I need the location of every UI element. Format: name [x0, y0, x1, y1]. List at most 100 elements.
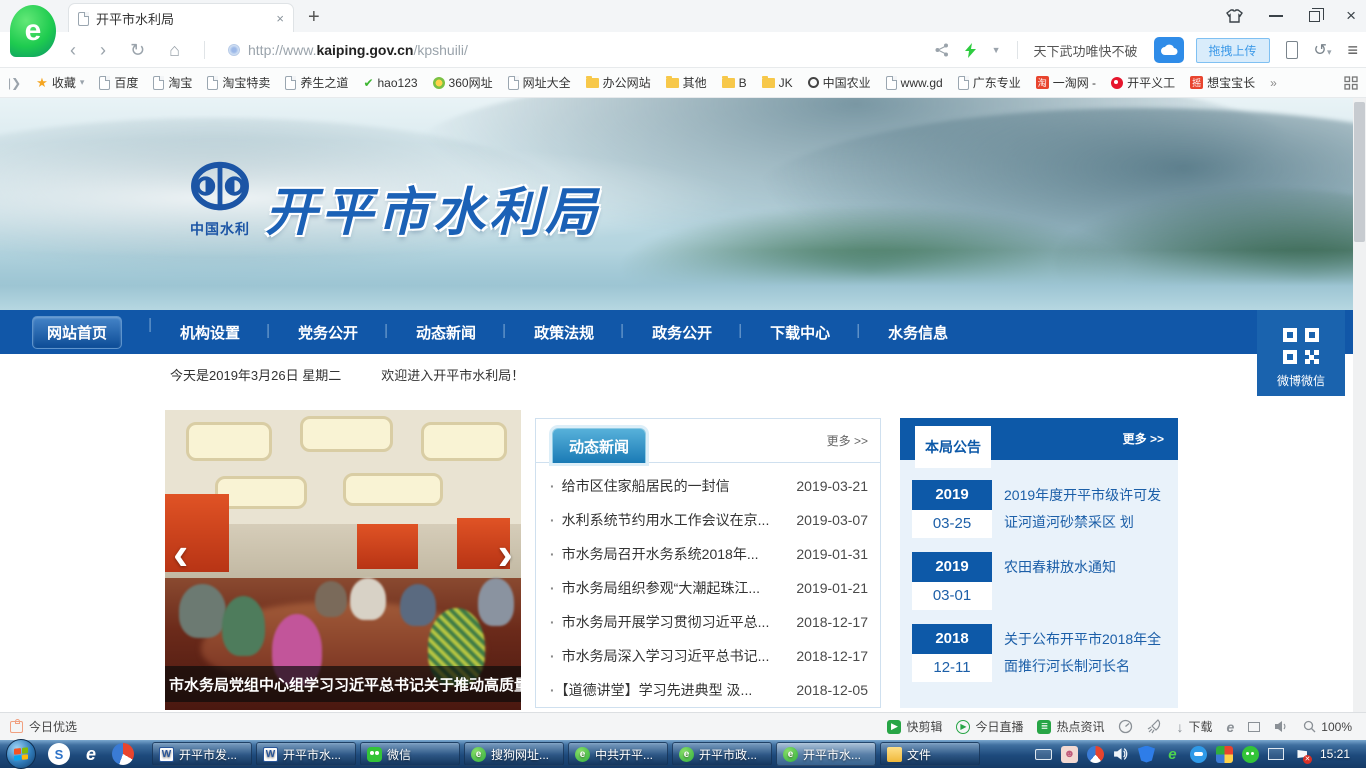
wechat-tray-icon[interactable] — [1242, 746, 1259, 763]
mobile-icon[interactable] — [1286, 41, 1298, 59]
tim-tray-icon[interactable] — [1190, 746, 1207, 763]
news-item[interactable]: 给市区住家船居民的一封信2019-03-21 — [550, 469, 868, 503]
bookmark-item[interactable]: 养生之道 — [285, 74, 348, 91]
close-button[interactable]: × — [1346, 6, 1356, 26]
nav-item-water-info[interactable]: 水务信息 — [874, 322, 992, 343]
news-item[interactable]: 水利系统节约用水工作会议在京...2019-03-07 — [550, 503, 868, 537]
minimize-button[interactable] — [1269, 15, 1283, 17]
zoom-control[interactable]: 100% — [1303, 720, 1352, 734]
start-button[interactable] — [6, 739, 36, 769]
news-tab[interactable]: 动态新闻 — [552, 428, 646, 463]
bookmarks-overflow-icon[interactable]: » — [1270, 76, 1277, 90]
quick-edit-button[interactable]: ▶快剪辑 — [887, 718, 942, 735]
news-more-link[interactable]: 更多 >> — [827, 432, 868, 449]
notice-text[interactable]: 农田春耕放水通知 — [1004, 552, 1116, 610]
news-title[interactable]: 【道德讲堂】学习先进典型 汲... — [550, 680, 788, 700]
taskbar-button[interactable]: e开平市政... — [672, 742, 772, 766]
contact-tray-icon[interactable]: ☻ — [1061, 746, 1078, 763]
ie-mode-icon[interactable]: e — [1227, 719, 1235, 735]
taskbar-button[interactable]: 文件 — [880, 742, 980, 766]
nav-item-downloads[interactable]: 下载中心 — [756, 322, 874, 343]
speed-mode-icon[interactable] — [965, 43, 976, 58]
bookmark-item[interactable]: ✔hao123 — [363, 76, 417, 90]
bookmark-item[interactable]: 网址大全 — [508, 74, 571, 91]
keyboard-tray-icon[interactable] — [1035, 746, 1052, 763]
carousel-caption[interactable]: 市水务局党组中心组学习习近平总书记关于推动高质量... — [165, 666, 521, 702]
internet-explorer-icon[interactable]: e — [80, 743, 102, 765]
page-scrollbar[interactable] — [1353, 98, 1366, 712]
360-software-icon[interactable] — [112, 743, 134, 765]
notice-text[interactable]: 2019年度开平市级许可发证河道河砂禁采区 划 — [1004, 480, 1166, 538]
bookmark-item[interactable]: 开平义工 — [1111, 74, 1175, 91]
new-tab-button[interactable]: + — [308, 6, 320, 29]
notice-more-link[interactable]: 更多 >> — [1123, 430, 1164, 447]
nav-item-gov-affairs[interactable]: 政务公开 — [638, 322, 756, 343]
home-icon[interactable]: ⌂ — [169, 40, 180, 61]
share-icon[interactable] — [935, 43, 949, 57]
news-title[interactable]: 市水务局召开水务系统2018年... — [550, 544, 788, 564]
tab-close-icon[interactable]: × — [276, 11, 284, 26]
sidebar-toggle-icon[interactable]: |❯ — [8, 76, 21, 90]
news-title[interactable]: 水利系统节约用水工作会议在京... — [550, 510, 788, 530]
news-item[interactable]: 市水务局组织参观“大潮起珠江...2019-01-21 — [550, 571, 868, 605]
network-tray-icon[interactable] — [1268, 746, 1285, 763]
action-center-tray-icon[interactable]: ✕ — [1294, 746, 1311, 763]
news-item[interactable]: 【道德讲堂】学习先进典型 汲...2018-12-05 — [550, 673, 868, 707]
bookmark-item[interactable]: 摇想宝宝长 — [1190, 74, 1255, 91]
back-icon[interactable]: ‹ — [70, 40, 76, 61]
qr-code-box[interactable]: 微博微信 — [1257, 310, 1345, 396]
scrollbar-thumb[interactable] — [1354, 102, 1365, 242]
forward-icon[interactable]: › — [100, 40, 106, 61]
volume-tray-icon[interactable] — [1113, 747, 1129, 761]
notice-tab[interactable]: 本局公告 — [915, 426, 991, 468]
download-button[interactable]: ↓下载 — [1176, 718, 1212, 735]
bookmark-favorites[interactable]: ★收藏▾ — [36, 74, 84, 91]
sogou-browser-tray-icon[interactable]: e — [1164, 746, 1181, 763]
theme-skin-icon[interactable] — [1226, 9, 1243, 23]
speedometer-icon[interactable] — [1118, 719, 1133, 734]
carousel-prev-icon[interactable]: ‹ — [173, 530, 188, 576]
bookmark-item[interactable]: 淘一淘网 - — [1036, 74, 1096, 91]
bookmark-item[interactable]: 办公网站 — [586, 74, 651, 91]
bookmark-item[interactable]: 360网址 — [433, 74, 493, 91]
window-mode-icon[interactable] — [1248, 722, 1260, 732]
bookmark-item[interactable]: 淘宝特卖 — [207, 74, 270, 91]
bookmark-item[interactable]: JK — [762, 76, 793, 90]
hot-news-button[interactable]: ≣热点资讯 — [1037, 718, 1104, 735]
news-item[interactable]: 市水务局召开水务系统2018年...2019-01-31 — [550, 537, 868, 571]
notice-item[interactable]: 201903-25 2019年度开平市级许可发证河道河砂禁采区 划 — [912, 480, 1166, 538]
refresh-icon[interactable]: ↻ — [130, 40, 145, 61]
bookmark-item[interactable]: 广东专业 — [958, 74, 1021, 91]
notice-item[interactable]: 201903-01 农田春耕放水通知 — [912, 552, 1166, 610]
bookmark-item[interactable]: www.gd — [886, 76, 943, 90]
notice-item[interactable]: 201812-11 关于公布开平市2018年全面推行河长制河长名 — [912, 624, 1166, 682]
speaker-icon[interactable] — [1274, 720, 1289, 733]
360-shield-tray-icon[interactable] — [1138, 746, 1155, 763]
bookmark-item[interactable]: 其他 — [666, 74, 707, 91]
news-carousel[interactable]: ‹ › 市水务局党组中心组学习习近平总书记关于推动高质量... — [165, 410, 521, 710]
taskbar-button[interactable]: e搜狗网址... — [464, 742, 564, 766]
nav-item-home[interactable]: 网站首页 — [32, 316, 166, 349]
news-title[interactable]: 市水务局组织参观“大潮起珠江... — [550, 578, 788, 598]
menu-icon[interactable]: ≡ — [1347, 40, 1358, 61]
nav-item-organization[interactable]: 机构设置 — [166, 322, 284, 343]
news-title[interactable]: 市水务局深入学习习近平总书记... — [550, 646, 788, 666]
taskbar-button[interactable]: e中共开平... — [568, 742, 668, 766]
taskbar-button[interactable]: 微信 — [360, 742, 460, 766]
news-title[interactable]: 市水务局开展学习贯彻习近平总... — [550, 612, 788, 632]
taskbar-button-active[interactable]: e开平市水... — [776, 742, 876, 766]
undo-icon[interactable]: ↺▾ — [1314, 40, 1332, 60]
site-info-icon[interactable] — [228, 44, 240, 56]
carousel-next-icon[interactable]: › — [498, 530, 513, 576]
bookmark-item[interactable]: B — [722, 76, 747, 90]
restore-button[interactable] — [1309, 11, 1320, 22]
sogou-input-icon[interactable]: S — [48, 743, 70, 765]
nav-item-policies[interactable]: 政策法规 — [520, 322, 638, 343]
search-suggestion-text[interactable]: 天下武功唯快不破 — [1034, 41, 1138, 60]
nav-item-party-affairs[interactable]: 党务公开 — [284, 322, 402, 343]
rocket-icon[interactable] — [1147, 719, 1162, 734]
app-store-tray-icon[interactable] — [1216, 746, 1233, 763]
chevron-down-icon[interactable]: ▼ — [992, 45, 1001, 55]
nav-item-news[interactable]: 动态新闻 — [402, 322, 520, 343]
today-picks-button[interactable]: 今日优选 — [0, 718, 77, 735]
